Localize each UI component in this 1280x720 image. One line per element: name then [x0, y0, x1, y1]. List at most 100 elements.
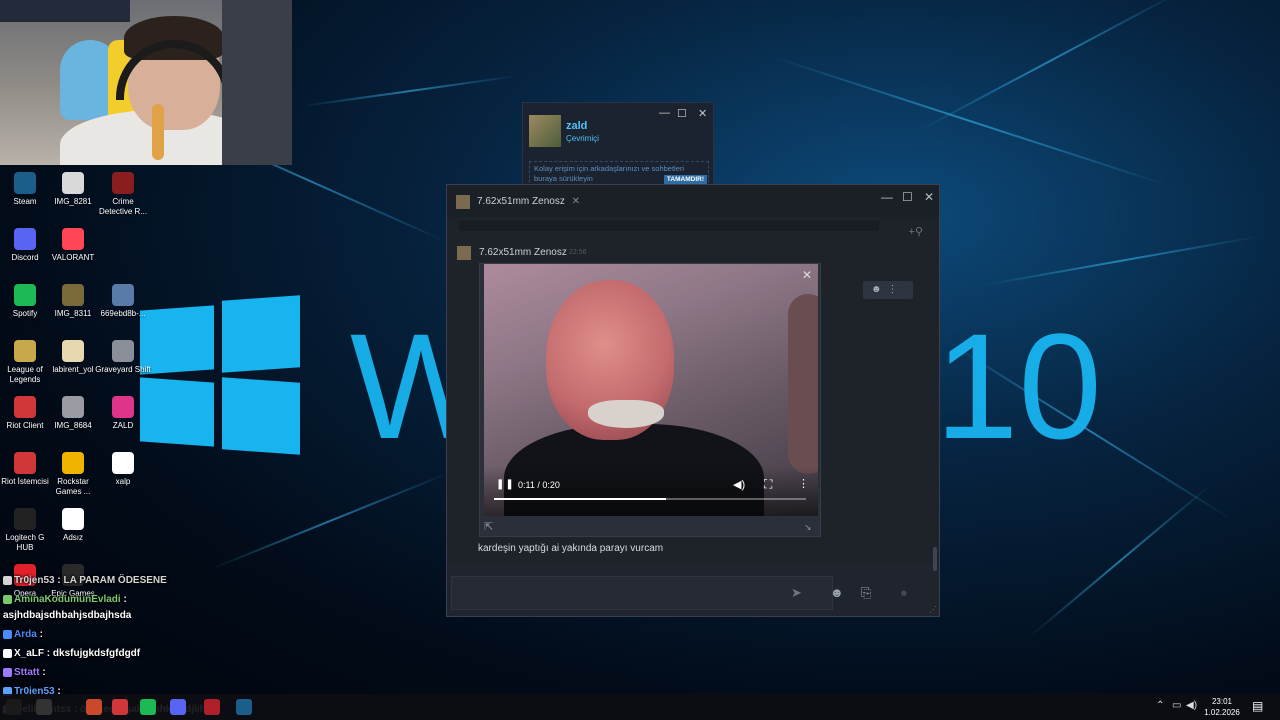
spotify-icon — [14, 284, 36, 306]
riot-icon — [14, 396, 36, 418]
game-icon — [112, 340, 134, 362]
badge-icon — [3, 575, 12, 585]
taskbar-app-icon[interactable] — [204, 699, 220, 715]
network-icon[interactable]: ▭ — [1172, 700, 1181, 711]
message-input[interactable] — [451, 576, 833, 610]
start-icon[interactable] — [6, 699, 22, 715]
badge-icon — [3, 667, 12, 677]
sender-name[interactable]: 7.62x51mm Zenosz — [479, 247, 567, 258]
chat-tab[interactable]: 7.62x51mm Zenosz ✕ — [453, 192, 586, 212]
desktop-icon[interactable]: IMG_8684 — [45, 396, 101, 431]
chat-line: Sttatt : — [3, 667, 46, 678]
steam-icon[interactable] — [236, 699, 252, 715]
close-icon[interactable]: ✕ — [924, 190, 934, 204]
badge-icon — [3, 648, 12, 658]
emoji-react-icon[interactable]: ☻ — [871, 284, 888, 295]
friend-avatar[interactable] — [529, 115, 561, 147]
chat-line: AminaKodumunEvladi : — [3, 594, 127, 605]
chat-message: asjhdbajsdhbahjsdbajhsda — [3, 610, 132, 621]
volume-icon[interactable]: ◀) — [1186, 700, 1197, 711]
video-player[interactable]: ✕ ❚❚ 0:11 / 0:20 ◀) ⛶ ⋮ — [484, 264, 818, 516]
chat-history[interactable]: +⚲ 7.62x51mm Zenosz 22:56 ☻⋮ ✕ ❚❚ 0:11 /… — [447, 217, 939, 571]
minimize-icon[interactable]: — — [881, 190, 893, 204]
friend-name[interactable]: zald — [566, 120, 587, 132]
video-embed: ✕ ❚❚ 0:11 / 0:20 ◀) ⛶ ⋮ ⇱ ↘ — [479, 263, 821, 537]
fullscreen-icon[interactable]: ⛶ — [764, 477, 772, 492]
chat-username: X_aLF — [14, 648, 45, 659]
resize-grip-icon[interactable]: ⋰ — [929, 605, 937, 614]
desktop-icon[interactable]: IMG_8311 — [45, 284, 101, 319]
steam-friend-popup[interactable]: zald Çevrimiçi — ☐ ✕ Kolay erişim için a… — [522, 102, 714, 187]
message-timestamp: 22:56 — [569, 249, 587, 256]
taskbar-app-icon[interactable] — [36, 699, 52, 715]
image-file-icon — [112, 284, 134, 306]
desktop-icon-label: ZALD — [112, 421, 134, 430]
desktop-icon-label: VALORANT — [51, 253, 95, 262]
maximize-icon[interactable]: ☐ — [902, 190, 913, 204]
add-friend-icon[interactable]: +⚲ — [909, 225, 923, 238]
document-icon — [62, 508, 84, 530]
pause-icon[interactable]: ❚❚ — [496, 479, 515, 490]
desktop-icon[interactable]: Crime Detective R... — [95, 172, 151, 217]
desktop-icon-label: Rockstar Games ... — [55, 477, 91, 496]
attach-icon[interactable]: ⎘ — [861, 585, 871, 601]
title-bar[interactable]: 7.62x51mm Zenosz ✕ — ☐ ✕ — [447, 185, 939, 217]
scrollbar[interactable] — [933, 547, 937, 571]
sender-avatar[interactable] — [457, 246, 471, 260]
desktop-icon-label: IMG_8281 — [54, 197, 92, 206]
chat-line: Tr0jen53 : LA PARAM ÖDESENE — [3, 575, 167, 586]
video-time: 0:11 / 0:20 — [518, 480, 560, 490]
volume-icon[interactable]: ◀) — [733, 478, 745, 491]
desktop-icon[interactable]: ZALD — [95, 396, 151, 431]
desktop-icon[interactable]: VALORANT — [45, 228, 101, 263]
desktop-icon[interactable]: Rockstar Games ... — [45, 452, 101, 497]
spotify-icon[interactable] — [140, 699, 156, 715]
webcam-overlay — [0, 0, 292, 165]
voice-icon[interactable]: ● — [900, 585, 908, 600]
desktop-icon[interactable]: Graveyard Shift — [95, 340, 151, 375]
image-file-icon — [62, 396, 84, 418]
clock-date: 1.02.2026 — [1204, 708, 1240, 717]
tab-name: 7.62x51mm Zenosz — [477, 196, 565, 207]
minimize-icon[interactable]: — — [659, 107, 670, 119]
resize-icon[interactable]: ↘ — [804, 522, 812, 533]
done-button[interactable]: TAMAMDIR! — [663, 175, 707, 184]
chat-username: Tr0jen53 — [14, 575, 55, 586]
folder-icon — [62, 340, 84, 362]
tab-avatar — [456, 195, 470, 209]
discord-icon[interactable] — [170, 699, 186, 715]
document-icon — [112, 452, 134, 474]
tab-close-icon[interactable]: ✕ — [572, 196, 580, 207]
video-progress-fill — [494, 498, 666, 500]
taskbar-app-icon[interactable] — [112, 699, 128, 715]
desktop-icon[interactable]: IMG_8281 — [45, 172, 101, 207]
maximize-icon[interactable]: ☐ — [677, 107, 687, 120]
desktop-icon[interactable]: 669ebd8b-... — [95, 284, 151, 319]
more-options-icon[interactable]: ⋮ — [888, 284, 904, 295]
taskbar-app-icon[interactable] — [86, 699, 102, 715]
desktop-icon[interactable]: xalp — [95, 452, 151, 487]
image-file-icon — [62, 172, 84, 194]
close-icon[interactable]: ✕ — [698, 107, 707, 120]
desktop-icon[interactable]: Adsız — [45, 508, 101, 543]
open-external-icon[interactable]: ⇱ — [484, 520, 493, 533]
video-progress-bar[interactable] — [494, 498, 806, 500]
close-icon[interactable]: ✕ — [802, 268, 812, 282]
friend-status: Çevrimiçi — [566, 134, 599, 143]
desktop-icon[interactable]: labirent_yol — [45, 340, 101, 375]
desktop-icon-label: Adsız — [62, 533, 83, 542]
logitech-icon — [14, 508, 36, 530]
more-options-icon[interactable]: ⋮ — [798, 477, 809, 490]
chat-line: X_aLF : dksfujgkdsfgfdgdf — [3, 648, 140, 659]
league-icon — [14, 340, 36, 362]
message-tools[interactable]: ☻⋮ — [863, 281, 913, 299]
emoticon-icon[interactable]: ☻ — [830, 585, 844, 600]
send-icon[interactable]: ➤ — [791, 585, 802, 601]
clock[interactable]: 23:01 1.02.2026 — [1198, 696, 1246, 718]
notification-icon[interactable]: ▤ — [1252, 699, 1263, 713]
chat-message: LA PARAM ÖDESENE — [63, 575, 167, 586]
desktop-icon-label: xalp — [115, 477, 131, 486]
tray-chevron-icon[interactable]: ⌃ — [1156, 700, 1164, 711]
desktop-icon-label: IMG_8684 — [54, 421, 92, 430]
badge-icon — [3, 629, 12, 639]
